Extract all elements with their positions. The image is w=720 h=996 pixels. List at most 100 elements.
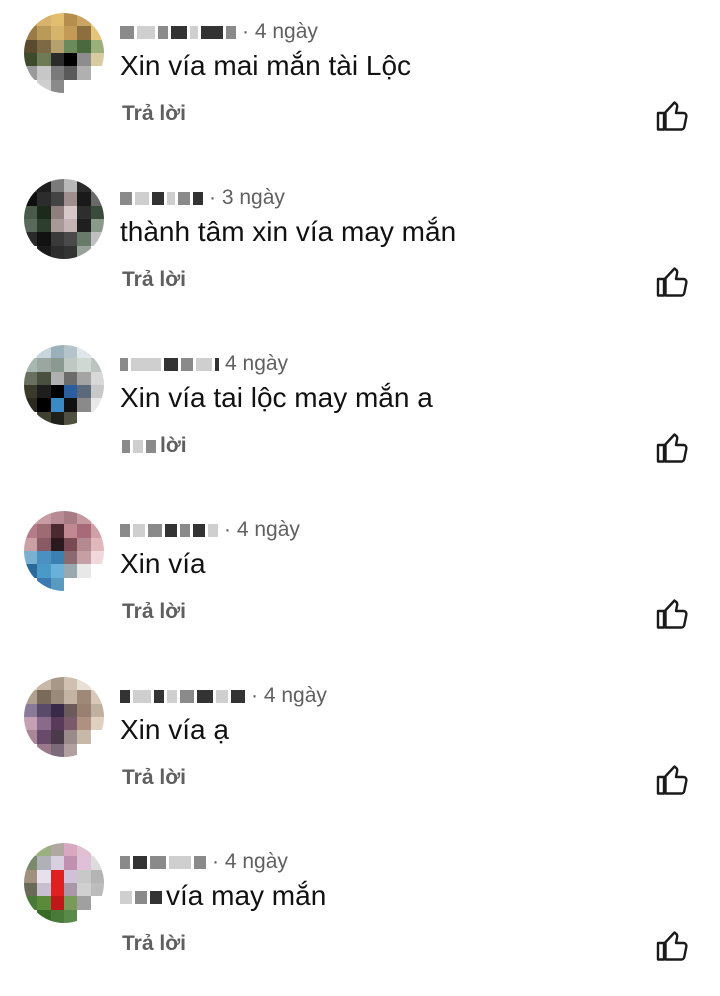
avatar-pixel <box>77 577 91 591</box>
avatar-pixel <box>63 550 78 565</box>
comment-time: · 4 ngày <box>212 850 288 873</box>
avatar-pixel <box>50 345 64 359</box>
avatar-pixel <box>77 371 91 385</box>
avatar-pixel <box>63 716 78 731</box>
avatar-pixel <box>50 690 64 704</box>
avatar[interactable] <box>24 13 104 93</box>
blurred-username[interactable] <box>120 25 236 39</box>
avatar-pixel <box>77 843 91 857</box>
avatar-pixel <box>90 192 104 206</box>
avatar[interactable] <box>24 511 104 591</box>
avatar-pixel <box>24 52 38 67</box>
avatar-pixel <box>77 869 91 883</box>
comment-item: · 4 ngày Xin vía ạ Trả lời <box>0 664 720 830</box>
avatar-pixel <box>90 550 104 565</box>
thumbs-up-icon <box>656 599 688 629</box>
avatar-pixel <box>50 730 64 744</box>
avatar-pixel <box>50 909 64 923</box>
thumbs-up-icon <box>656 433 688 463</box>
like-button[interactable] <box>655 762 691 798</box>
avatar-pixel <box>63 577 78 591</box>
thumbs-up-icon <box>656 931 688 961</box>
avatar-pixel <box>90 384 104 399</box>
avatar-pixel <box>37 577 51 591</box>
avatar-pixel <box>24 79 38 93</box>
avatar[interactable] <box>24 345 104 425</box>
avatar-pixel <box>63 909 78 923</box>
like-button[interactable] <box>655 928 691 964</box>
reply-button[interactable]: Trả lời <box>122 932 186 956</box>
avatar-pixel <box>24 896 38 910</box>
comment-meta: 4 ngày <box>120 350 288 378</box>
avatar-pixel <box>37 79 51 93</box>
blurred-username[interactable] <box>120 191 203 205</box>
avatar-pixel <box>50 564 64 578</box>
avatar-pixel <box>24 411 38 425</box>
avatar-pixel <box>63 66 78 80</box>
avatar[interactable] <box>24 179 104 259</box>
avatar-pixel <box>90 882 104 897</box>
avatar-pixel <box>37 869 51 883</box>
comment-meta: · 4 ngày <box>120 682 327 710</box>
avatar-pixel <box>90 245 104 259</box>
like-button[interactable] <box>655 264 691 300</box>
thumbs-up-icon <box>656 765 688 795</box>
blurred-username[interactable] <box>120 357 219 371</box>
avatar-pixel <box>24 577 38 591</box>
avatar-pixel <box>50 52 64 67</box>
avatar-pixel <box>37 843 51 857</box>
blurred-username[interactable] <box>120 689 245 703</box>
avatar[interactable] <box>24 843 104 923</box>
avatar-pixel <box>90 79 104 93</box>
comment-time: · 4 ngày <box>224 518 300 541</box>
avatar-pixel <box>90 411 104 425</box>
reply-button[interactable]: Trả lời <box>122 102 186 126</box>
avatar-pixel <box>77 909 91 923</box>
avatar-pixel <box>90 690 104 704</box>
avatar-pixel <box>24 358 38 372</box>
avatar-pixel <box>63 411 78 425</box>
avatar-pixel <box>24 398 38 412</box>
avatar-pixel <box>24 524 38 538</box>
avatar-pixel <box>50 896 64 910</box>
avatar-pixel <box>50 537 64 551</box>
avatar-pixel <box>63 245 78 259</box>
avatar-pixel <box>77 26 91 40</box>
reply-button[interactable]: Trả lời <box>122 766 186 790</box>
comment-text: Xin vía <box>120 548 206 579</box>
avatar-pixel <box>77 13 91 27</box>
reply-button[interactable]: lời <box>122 434 187 458</box>
comment-time: · 4 ngày <box>242 20 318 43</box>
avatar-pixel <box>50 716 64 731</box>
like-button[interactable] <box>655 98 691 134</box>
comment-text: vía may mắn <box>120 878 326 914</box>
blurred-username[interactable] <box>120 855 206 869</box>
avatar-pixel <box>24 179 38 193</box>
avatar-pixel <box>37 52 51 67</box>
avatar-pixel <box>24 869 38 883</box>
avatar-pixel <box>90 371 104 385</box>
comment-time: · 3 ngày <box>209 186 285 209</box>
reply-button[interactable]: Trả lời <box>122 600 186 624</box>
avatar-pixel <box>63 743 78 757</box>
avatar[interactable] <box>24 677 104 757</box>
avatar-pixel <box>24 703 38 717</box>
avatar-pixel <box>24 245 38 259</box>
avatar-pixel <box>50 524 64 538</box>
avatar-pixel <box>90 703 104 717</box>
comment-item: · 4 ngày Xin vía mai mắn tài Lộc Trả lời <box>0 0 720 166</box>
avatar-pixel <box>50 79 64 93</box>
blurred-username[interactable] <box>120 523 218 537</box>
comment-text: Xin vía ạ <box>120 714 229 745</box>
comment-item: 4 ngày Xin vía tai lộc may mắn a lời <box>0 332 720 498</box>
avatar-pixel <box>24 677 38 691</box>
avatar-pixel <box>37 537 51 551</box>
avatar-pixel <box>63 384 78 399</box>
like-button[interactable] <box>655 596 691 632</box>
avatar-pixel <box>77 218 91 233</box>
avatar-pixel <box>50 677 64 691</box>
avatar-pixel <box>90 26 104 40</box>
avatar-pixel <box>37 384 51 399</box>
reply-button[interactable]: Trả lời <box>122 268 186 292</box>
like-button[interactable] <box>655 430 691 466</box>
